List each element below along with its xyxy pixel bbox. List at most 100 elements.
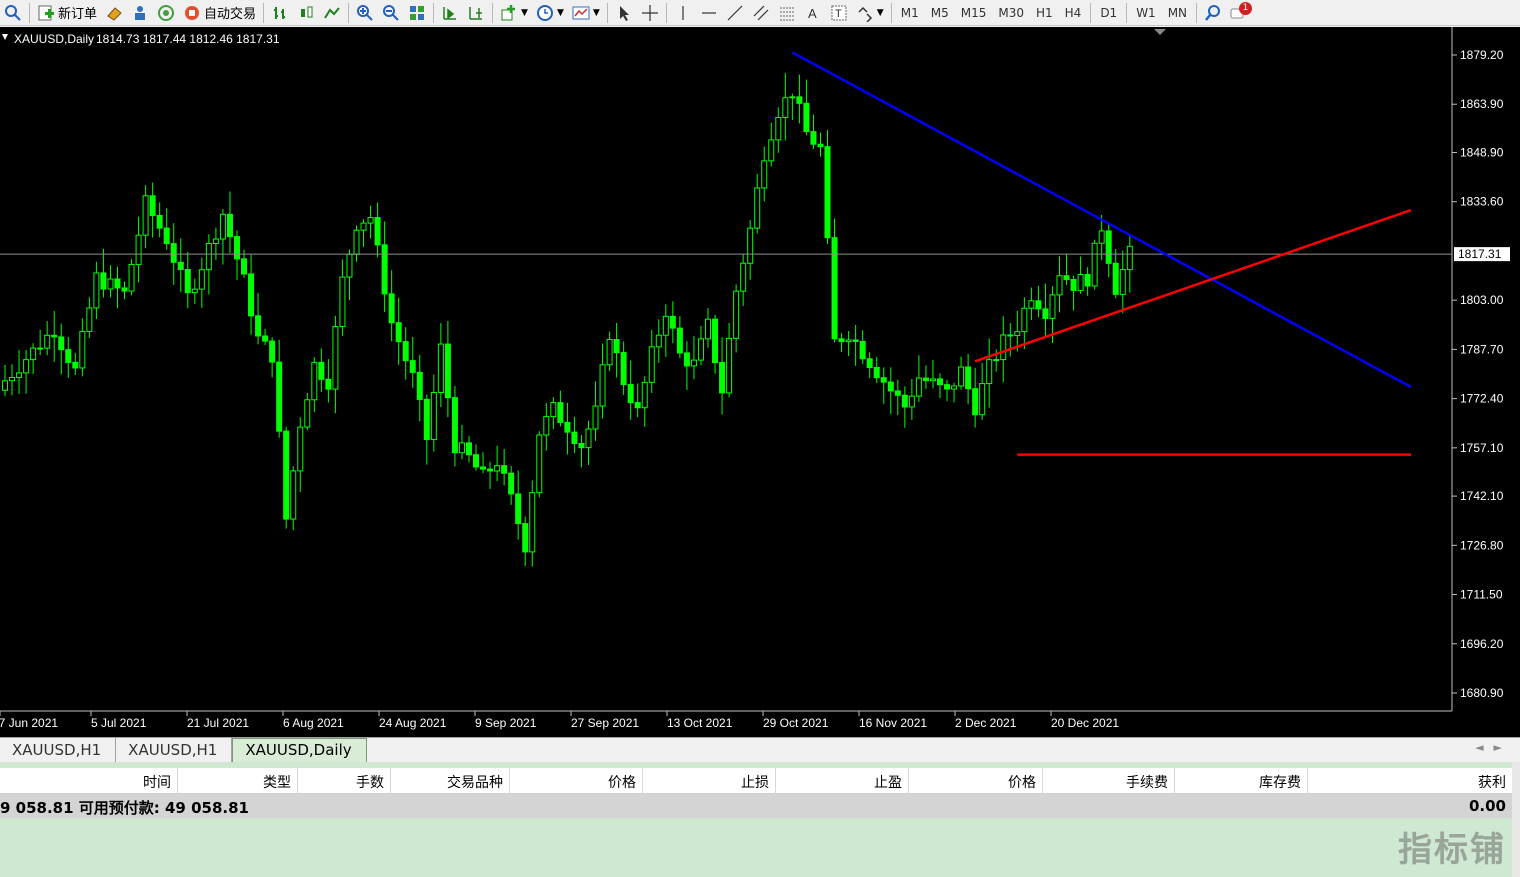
signals-button[interactable] <box>154 2 178 24</box>
time-tick-label: 21 Jul 2021 <box>187 716 249 730</box>
zoom-in-button[interactable] <box>353 2 377 24</box>
candle-body <box>690 359 697 367</box>
search-button[interactable] <box>1201 2 1225 24</box>
column-symbol[interactable]: 交易品种 <box>391 768 510 794</box>
candle-body <box>697 338 704 361</box>
candle-body <box>564 421 571 433</box>
candle-body <box>58 336 65 351</box>
candle-chart-button[interactable] <box>294 2 318 24</box>
arrows-button[interactable]: ▼ <box>853 2 887 24</box>
candlestick-chart[interactable]: 1879.20 1863.90 1848.90 1833.60 1803.00 1787.… <box>0 27 1520 737</box>
blue-trendline[interactable] <box>791 51 1412 389</box>
price-tick-label: 1696.20 <box>1460 637 1504 651</box>
channel-button[interactable] <box>749 2 773 24</box>
candle-body <box>290 470 297 520</box>
candle-body <box>655 334 662 348</box>
market-watch-button[interactable] <box>128 2 152 24</box>
column-time[interactable]: 时间 <box>0 768 178 794</box>
templates-button[interactable]: ▼ <box>569 2 603 24</box>
timeframe-h4[interactable]: H4 <box>1059 6 1088 20</box>
tab-xauusd-daily[interactable]: XAUUSD,Daily <box>232 738 367 762</box>
candle-body <box>536 434 543 494</box>
candle-body <box>824 146 831 239</box>
terminal-scrollbar[interactable] <box>1512 762 1520 877</box>
auto-scroll-button[interactable] <box>438 2 462 24</box>
candle-body <box>557 402 564 423</box>
chart-window[interactable]: 1879.20 1863.90 1848.90 1833.60 1803.00 1787.… <box>0 27 1520 737</box>
chart-title: XAUUSD,Daily <box>14 32 94 46</box>
candle-body <box>662 315 669 336</box>
zoom-icon[interactable] <box>1 2 25 24</box>
chart-shift-button[interactable] <box>464 2 488 24</box>
candle-body <box>494 465 501 472</box>
candle-body <box>754 187 761 229</box>
vertical-line-button[interactable] <box>671 2 695 24</box>
trendline-icon <box>727 5 743 20</box>
tab-xauusd-h1-b[interactable]: XAUUSD,H1 <box>116 738 233 762</box>
chart-shift-marker-icon[interactable] <box>1154 29 1166 35</box>
candle-body <box>72 361 79 369</box>
column-type[interactable]: 类型 <box>178 768 298 794</box>
column-commission[interactable]: 手续费 <box>1043 768 1175 794</box>
line-chart-button[interactable] <box>320 2 344 24</box>
column-stop-loss[interactable]: 止损 <box>643 768 776 794</box>
timeframe-h1[interactable]: H1 <box>1030 6 1059 20</box>
candle-body <box>219 213 226 240</box>
chart-menu-triangle-icon[interactable] <box>2 34 8 40</box>
indicators-button[interactable]: ▼ <box>497 2 531 24</box>
tab-xauusd-h1-a[interactable]: XAUUSD,H1 <box>0 738 117 762</box>
eraser-button[interactable] <box>102 2 126 24</box>
trendline-button[interactable] <box>723 2 747 24</box>
candle-body <box>634 402 641 409</box>
column-profit[interactable]: 获利 <box>1308 768 1512 794</box>
candle-body <box>100 272 107 290</box>
bar-chart-icon <box>274 6 286 19</box>
horizontal-line-button[interactable] <box>697 2 721 24</box>
column-volume[interactable]: 手数 <box>298 768 391 794</box>
timeframe-w1[interactable]: W1 <box>1130 6 1162 20</box>
text-button[interactable]: A <box>801 2 825 24</box>
tile-windows-button[interactable] <box>405 2 429 24</box>
timeframe-m1[interactable]: M1 <box>895 6 925 20</box>
cursor-button[interactable] <box>612 2 636 24</box>
crosshair-button[interactable] <box>638 2 662 24</box>
periods-button[interactable]: ▼ <box>533 2 567 24</box>
balance-row[interactable]: 9 058.81 可用预付款: 49 058.81 0.00 <box>0 794 1512 818</box>
column-swap[interactable]: 库存费 <box>1175 768 1308 794</box>
text-label-button[interactable]: T <box>827 2 851 24</box>
timeframe-d1[interactable]: D1 <box>1094 6 1123 20</box>
fibonacci-button[interactable] <box>775 2 799 24</box>
zoom-in-icon <box>357 4 373 21</box>
bar-chart-button[interactable] <box>268 2 292 24</box>
column-take-profit[interactable]: 止盈 <box>776 768 909 794</box>
alerts-button[interactable]: 1 <box>1227 1 1253 24</box>
red-trendline[interactable] <box>974 208 1412 363</box>
price-tick-label: 1787.70 <box>1460 342 1504 356</box>
timeframe-mn[interactable]: MN <box>1162 6 1193 20</box>
candle-body <box>86 307 93 332</box>
new-order-label: 新订单 <box>58 7 98 22</box>
candle-body <box>1000 334 1007 361</box>
candle-body <box>325 378 332 390</box>
timeframe-m5[interactable]: M5 <box>925 6 955 20</box>
candle-body <box>9 377 16 382</box>
zoom-out-button[interactable] <box>379 2 403 24</box>
candle-body <box>444 343 451 399</box>
column-price[interactable]: 价格 <box>510 768 643 794</box>
candle-body <box>676 327 683 354</box>
auto-trading-button[interactable]: 自动交易 <box>180 2 259 24</box>
price-tick-label: 1772.40 <box>1460 392 1504 406</box>
candle-body <box>944 384 951 390</box>
timeframe-m30[interactable]: M30 <box>992 6 1030 20</box>
tab-scroll-arrows-icon[interactable]: ◄► <box>1475 741 1512 754</box>
candle-body <box>402 341 409 362</box>
auto-trading-icon <box>185 5 200 20</box>
time-tick-label: 29 Oct 2021 <box>763 716 829 730</box>
candle-body <box>501 465 508 474</box>
column-current-price[interactable]: 价格 <box>909 768 1043 794</box>
time-tick-label: 9 Sep 2021 <box>475 716 537 730</box>
timeframe-m15[interactable]: M15 <box>955 6 993 20</box>
candle-body <box>51 334 58 338</box>
new-order-button[interactable]: 新订单 <box>34 2 100 24</box>
candle-body <box>894 390 901 396</box>
